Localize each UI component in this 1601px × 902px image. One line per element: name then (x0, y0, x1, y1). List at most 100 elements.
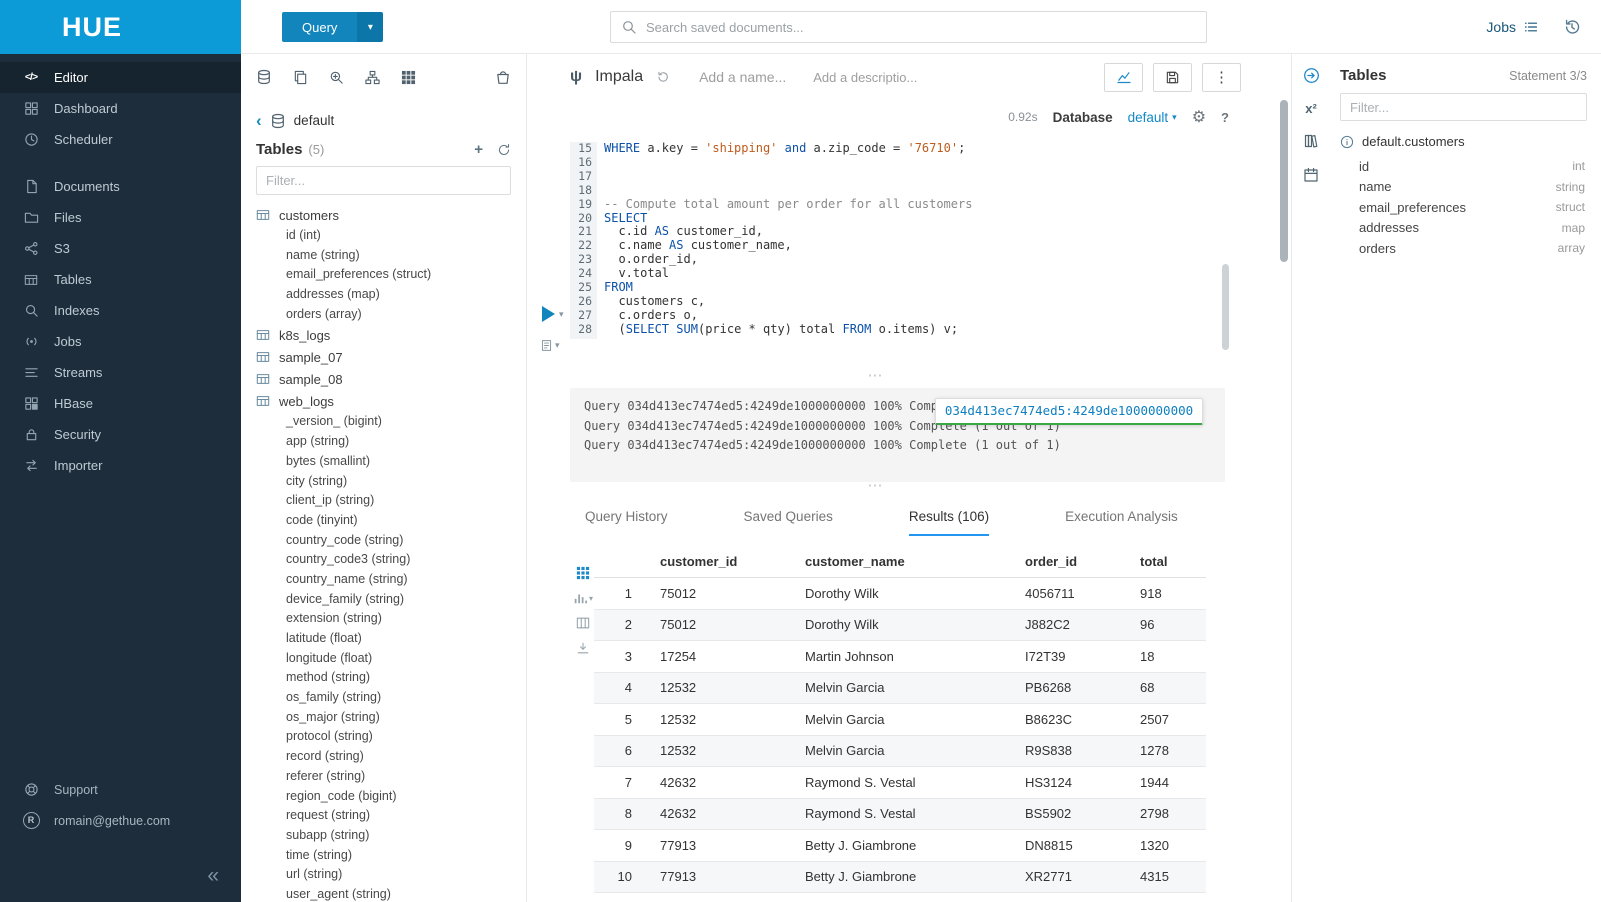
sidebar-item-indexes[interactable]: Indexes (0, 295, 241, 326)
database-selector[interactable]: default ▾ (1128, 110, 1177, 125)
sidebar-item-editor[interactable]: </>Editor (0, 62, 241, 93)
code-line[interactable]: customers c, (604, 295, 1223, 309)
refresh-icon[interactable] (497, 143, 511, 157)
results-cell[interactable]: Dorothy Wilk (805, 586, 1025, 601)
chart-view-button[interactable]: ▾ (573, 591, 593, 605)
main-panel-scrollbar[interactable] (1280, 100, 1288, 262)
results-column-header[interactable]: customer_id (660, 554, 805, 569)
assist-column[interactable]: method (string) (256, 668, 526, 688)
sidebar-footer-support[interactable]: Support (0, 774, 241, 805)
assist-column[interactable]: os_family (string) (256, 688, 526, 708)
assist-column[interactable]: _version_ (bigint) (256, 412, 526, 432)
assist-column[interactable]: code (tinyint) (256, 511, 526, 531)
sidebar-item-security[interactable]: Security (0, 419, 241, 450)
active-table[interactable]: default.customers (1340, 134, 1587, 149)
code-line[interactable]: c.name AS customer_name, (604, 239, 1223, 253)
new-query-button[interactable]: Query (282, 12, 357, 42)
functions-icon[interactable]: x² (1305, 102, 1317, 115)
results-cell[interactable]: 18 (1140, 649, 1206, 664)
tab-execution-analysis[interactable]: Execution Analysis (1065, 509, 1178, 536)
presentation-mode-button[interactable]: ▾ (540, 339, 560, 352)
sidebar-item-importer[interactable]: Importer (0, 450, 241, 481)
assist-column[interactable]: os_major (string) (256, 708, 526, 728)
results-cell[interactable]: 12532 (660, 712, 805, 727)
assist-column[interactable]: orders (array) (256, 305, 526, 325)
settings-gear-icon[interactable]: ⚙ (1192, 107, 1206, 127)
global-search[interactable] (610, 11, 1207, 43)
tab-results-106[interactable]: Results (106) (909, 509, 989, 536)
query-id-popover[interactable]: 034d413ec7474ed5:4249de1000000000 (935, 398, 1203, 425)
code-line[interactable]: (SELECT SUM(price * qty) total FROM o.it… (604, 323, 1223, 337)
assist-column[interactable]: record (string) (256, 747, 526, 767)
results-cell[interactable]: Melvin Garcia (805, 743, 1025, 758)
back-chevron-icon[interactable]: ‹ (256, 112, 262, 129)
sidebar-item-files[interactable]: Files (0, 202, 241, 233)
assist-table[interactable]: sample_08 (256, 368, 526, 390)
execute-options-caret-icon[interactable]: ▾ (559, 309, 564, 320)
code-line[interactable]: FROM (604, 281, 1223, 295)
results-cell[interactable]: J882C2 (1025, 617, 1140, 632)
sitemap-icon[interactable] (365, 70, 380, 85)
results-cell[interactable]: Dorothy Wilk (805, 617, 1025, 632)
assist-column[interactable]: addresses (map) (256, 285, 526, 305)
results-cell[interactable]: 2798 (1140, 806, 1206, 821)
results-cell[interactable]: 75012 (660, 617, 805, 632)
assist-column[interactable]: id (int) (256, 226, 526, 246)
basket-icon[interactable] (495, 69, 511, 85)
results-cell[interactable]: Martin Johnson (805, 649, 1025, 664)
assist-table[interactable]: customers (256, 204, 526, 226)
results-cell[interactable]: Raymond S. Vestal (805, 775, 1025, 790)
resize-handle-bottom[interactable]: ⋯ (527, 482, 1225, 494)
assist-column[interactable]: time (string) (256, 846, 526, 866)
sidebar-item-hbase[interactable]: HBase (0, 388, 241, 419)
results-cell[interactable]: 918 (1140, 586, 1206, 601)
assist-column[interactable]: subapp (string) (256, 826, 526, 846)
assist-column[interactable]: longitude (float) (256, 649, 526, 669)
add-table-icon[interactable]: + (474, 141, 483, 158)
assist-column[interactable]: user_agent (string) (256, 885, 526, 902)
code-line[interactable]: WHERE a.key = 'shipping' and a.zip_code … (604, 142, 1223, 156)
code-line[interactable]: c.id AS customer_id, (604, 225, 1223, 239)
results-cell[interactable]: 42632 (660, 806, 805, 821)
results-cell[interactable]: 75012 (660, 586, 805, 601)
schema-column[interactable]: addressesmap (1340, 218, 1587, 239)
hue-logo[interactable]: HUE (0, 0, 241, 54)
schema-column[interactable]: idint (1340, 156, 1587, 177)
assist-column[interactable]: bytes (smallint) (256, 452, 526, 472)
results-cell[interactable]: 4315 (1140, 869, 1206, 884)
collapse-sidebar-button[interactable]: « (207, 864, 219, 888)
help-icon[interactable]: ? (1221, 110, 1229, 125)
results-cell[interactable]: BS5902 (1025, 806, 1140, 821)
zoom-icon[interactable] (329, 70, 344, 85)
grid-view-button[interactable] (576, 566, 590, 580)
assist-column[interactable]: city (string) (256, 472, 526, 492)
assist-column[interactable]: country_code3 (string) (256, 550, 526, 570)
right-filter-input[interactable] (1350, 100, 1577, 115)
results-cell[interactable]: 17254 (660, 649, 805, 664)
jobs-link[interactable]: Jobs (1486, 19, 1539, 35)
schema-column[interactable]: ordersarray (1340, 238, 1587, 259)
assistant-icon[interactable] (1303, 67, 1320, 84)
code-line[interactable]: ​ (604, 184, 1223, 198)
columns-view-button[interactable] (576, 616, 590, 630)
assist-table[interactable]: k8s_logs (256, 324, 526, 346)
results-column-header[interactable]: order_id (1025, 554, 1140, 569)
results-cell[interactable]: 96 (1140, 617, 1206, 632)
sidebar-item-dashboard[interactable]: Dashboard (0, 93, 241, 124)
variables-icon[interactable] (1303, 167, 1319, 183)
code-line[interactable]: c.orders o, (604, 309, 1223, 323)
save-button[interactable] (1153, 63, 1192, 92)
editor-scrollbar[interactable] (1222, 264, 1229, 350)
results-column-header[interactable]: customer_name (805, 554, 1025, 569)
tab-query-history[interactable]: Query History (585, 509, 668, 536)
results-cell[interactable]: 12532 (660, 743, 805, 758)
results-cell[interactable]: 1944 (1140, 775, 1206, 790)
assist-column[interactable]: url (string) (256, 865, 526, 885)
assist-column[interactable]: country_code (string) (256, 531, 526, 551)
assist-column[interactable]: email_preferences (struct) (256, 265, 526, 285)
assist-column[interactable]: device_family (string) (256, 590, 526, 610)
results-cell[interactable]: B8623C (1025, 712, 1140, 727)
sidebar-item-streams[interactable]: Streams (0, 357, 241, 388)
code-line[interactable]: SELECT (604, 212, 1223, 226)
results-cell[interactable]: 2507 (1140, 712, 1206, 727)
